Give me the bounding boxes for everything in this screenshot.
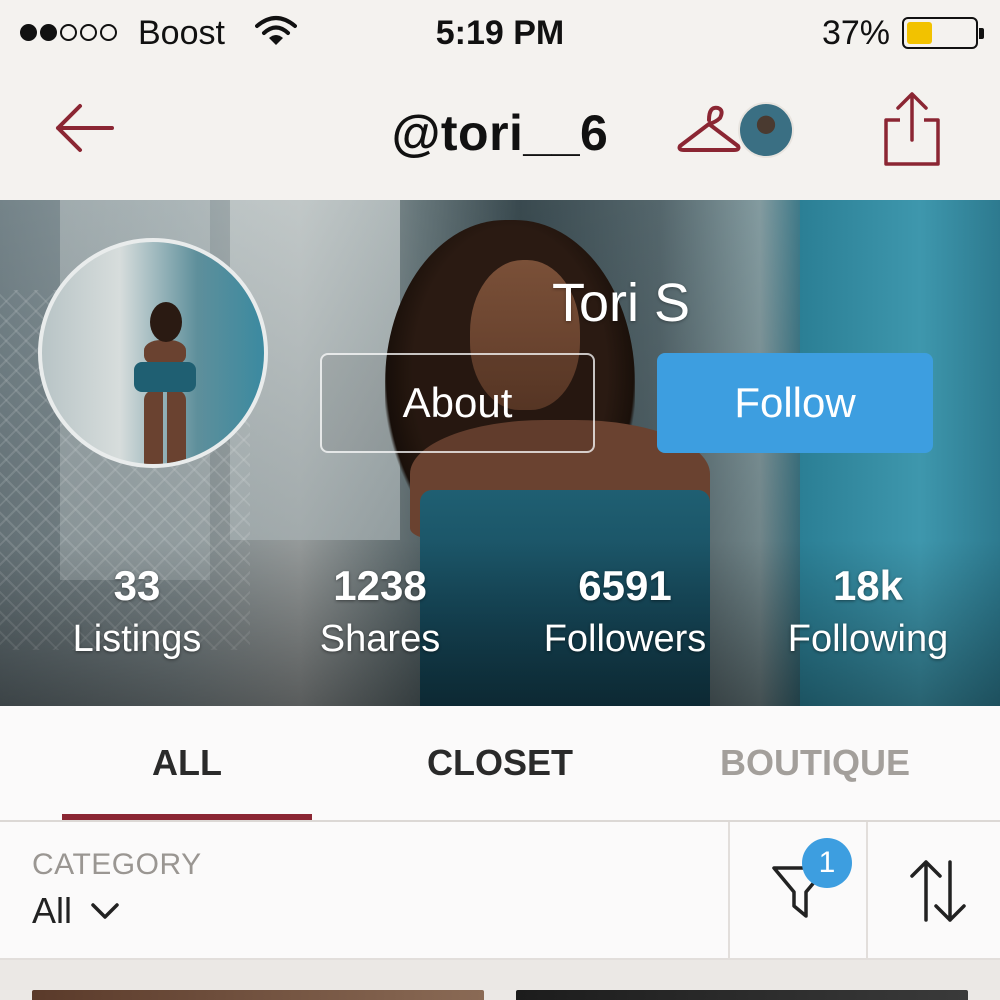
sort-arrows-icon [910, 860, 966, 922]
about-button[interactable]: About [320, 353, 595, 453]
profile-screen: Boost 5:19 PM 37% @tori__6 Tori S About … [0, 0, 1000, 1000]
closet-tabs: ALL CLOSET BOUTIQUE [0, 706, 1000, 822]
stat-value: 18k [832, 562, 904, 609]
profile-cover: Tori S About Follow 33 Listings 1238 Sha… [0, 200, 1000, 706]
user-avatar-small [738, 102, 794, 158]
stat-listings[interactable]: 33 Listings [12, 562, 262, 661]
category-value-row: All [32, 890, 120, 932]
stat-value: 33 [113, 562, 161, 609]
battery-level-fill [907, 22, 932, 44]
battery-icon [902, 17, 984, 49]
tab-boutique[interactable]: BOUTIQUE [690, 706, 940, 820]
tab-closet[interactable]: CLOSET [375, 706, 625, 820]
navigation-bar: @tori__6 [0, 68, 1000, 200]
share-button[interactable] [880, 90, 944, 168]
filter-button[interactable]: 1 [730, 822, 868, 958]
category-value: All [32, 890, 73, 931]
listings-grid [0, 960, 1000, 1000]
profile-name: Tori S [552, 273, 691, 333]
profile-avatar[interactable] [38, 238, 268, 468]
stat-label: Following [787, 618, 949, 660]
stat-followers[interactable]: 6591 Followers [500, 562, 750, 661]
stat-value: 1238 [333, 562, 427, 609]
avatar-figure-part [144, 390, 186, 464]
hanger-icon [677, 105, 741, 152]
chevron-down-icon [91, 903, 119, 919]
share-icon [884, 92, 940, 166]
page-title: @tori__6 [391, 105, 609, 161]
follow-button[interactable]: Follow [657, 353, 933, 453]
closet-hanger-button[interactable] [676, 100, 804, 162]
profile-stats: 33 Listings 1238 Shares 6591 Followers 1… [0, 562, 1000, 682]
filter-count-badge: 1 [802, 838, 852, 888]
active-tab-indicator [62, 814, 312, 820]
status-bar: Boost 5:19 PM 37% [0, 0, 1000, 68]
listing-thumbnail[interactable] [516, 990, 968, 1000]
battery-percent: 37% [821, 14, 890, 52]
stat-label: Listings [72, 618, 202, 660]
listing-thumbnail[interactable] [32, 990, 484, 1000]
stat-value: 6591 [578, 562, 672, 609]
avatar-figure-part [150, 302, 182, 342]
sort-button[interactable] [868, 822, 1000, 958]
avatar-figure [130, 302, 200, 464]
tab-all[interactable]: ALL [62, 706, 312, 820]
stat-shares[interactable]: 1238 Shares [255, 562, 505, 661]
stat-label: Shares [319, 618, 441, 660]
stat-label: Followers [543, 618, 707, 660]
avatar-figure-part [134, 362, 196, 392]
category-label: CATEGORY [32, 848, 202, 881]
filter-bar: CATEGORY All 1 [0, 822, 1000, 960]
stat-following[interactable]: 18k Following [743, 562, 993, 661]
